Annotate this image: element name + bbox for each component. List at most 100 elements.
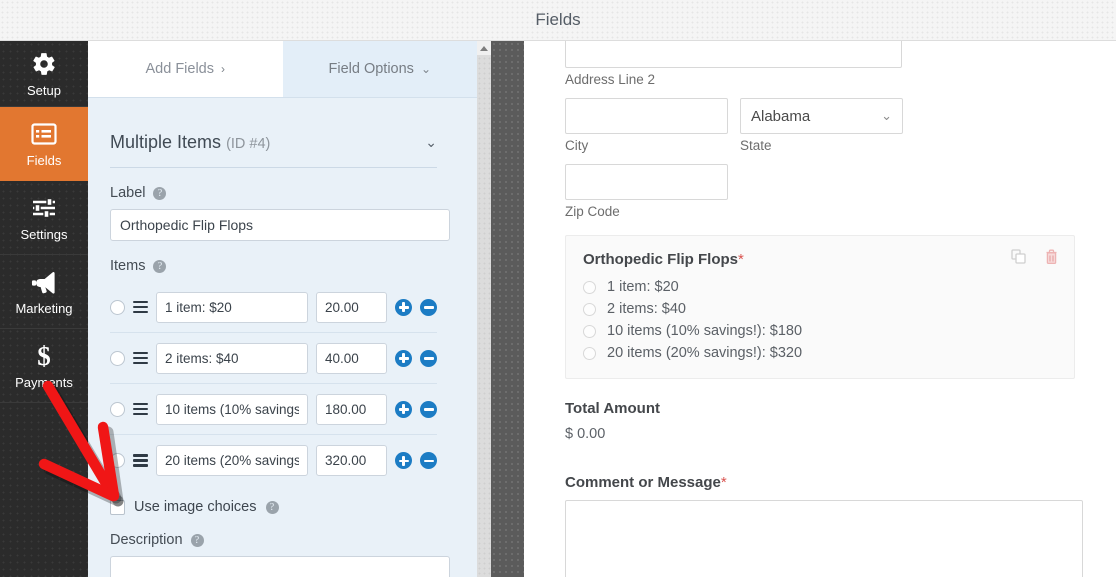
block-title-text: Orthopedic Flip Flops xyxy=(583,251,738,268)
scroll-up-button[interactable] xyxy=(477,41,491,55)
use-image-choices-checkbox[interactable] xyxy=(110,499,125,515)
megaphone-icon xyxy=(30,267,58,297)
sidebar-item-setup[interactable]: Setup xyxy=(0,41,88,107)
field-title-text: Multiple Items xyxy=(110,132,222,152)
state-select[interactable]: Alabama ⌄ xyxy=(740,98,903,134)
address-line2-input[interactable] xyxy=(565,41,902,68)
preview-choice[interactable]: 1 item: $20 xyxy=(583,279,1057,295)
comment-textarea[interactable] xyxy=(565,500,1083,577)
item-label-input[interactable] xyxy=(156,291,308,323)
chevron-right-icon: › xyxy=(221,62,225,76)
field-options-body: Multiple Items (ID #4) ⌄ Label ? Items ? xyxy=(88,98,459,577)
field-header[interactable]: Multiple Items (ID #4) ⌄ xyxy=(110,98,437,168)
state-group: Alabama ⌄ State xyxy=(740,98,903,153)
sidebar-item-settings[interactable]: Settings xyxy=(0,181,88,255)
sidebar-item-fields[interactable]: Fields xyxy=(0,107,88,181)
use-image-choices-row: Use image choices ? xyxy=(110,499,437,515)
preview-choice-radio[interactable] xyxy=(583,324,596,338)
item-label-input[interactable] xyxy=(156,445,308,476)
preview-choice-radio[interactable] xyxy=(583,346,596,360)
add-item-button[interactable] xyxy=(395,298,412,316)
preview-choice-label: 10 items (10% savings!): $180 xyxy=(607,323,803,339)
drag-handle-icon[interactable] xyxy=(133,402,148,416)
sidebar-label-settings: Settings xyxy=(20,227,68,242)
items-field-label: Items ? xyxy=(110,258,437,274)
item-price-input[interactable] xyxy=(316,342,387,374)
city-label: City xyxy=(565,138,589,153)
help-icon[interactable]: ? xyxy=(153,186,167,200)
item-label-input[interactable] xyxy=(156,342,308,374)
comment-label: Comment or Message* xyxy=(565,474,1075,491)
remove-item-button[interactable] xyxy=(420,400,437,418)
label-field-label-text: Label xyxy=(110,185,146,201)
panel-divider xyxy=(491,41,524,577)
preview-choice-label: 2 items: $40 xyxy=(607,301,686,317)
description-input[interactable] xyxy=(110,556,450,577)
drag-handle-icon[interactable] xyxy=(133,300,148,314)
city-input[interactable] xyxy=(565,98,728,134)
description-field-label: Description ? xyxy=(110,532,437,548)
item-price-input[interactable] xyxy=(316,393,387,425)
options-panel-scrollbar[interactable] xyxy=(477,41,491,577)
sidebar-label-setup: Setup xyxy=(27,83,61,98)
field-collapse-chevron-icon[interactable]: ⌄ xyxy=(425,134,437,151)
item-price-input[interactable] xyxy=(316,445,387,476)
item-label-input[interactable] xyxy=(156,393,308,425)
preview-choice-radio[interactable] xyxy=(583,280,596,294)
add-item-button[interactable] xyxy=(395,400,412,418)
help-icon[interactable]: ? xyxy=(153,259,167,273)
remove-item-button[interactable] xyxy=(420,298,437,316)
label-input[interactable] xyxy=(110,209,450,241)
item-row xyxy=(110,435,437,486)
required-mark: * xyxy=(738,251,744,268)
help-icon[interactable]: ? xyxy=(265,500,279,514)
address-line2-label: Address Line 2 xyxy=(565,72,656,87)
sidebar-item-marketing[interactable]: Marketing xyxy=(0,255,88,329)
sidebar-label-fields: Fields xyxy=(26,153,62,168)
remove-item-button[interactable] xyxy=(420,349,437,367)
drag-handle-icon[interactable] xyxy=(133,454,148,467)
zip-group: Zip Code xyxy=(565,164,1075,219)
drag-handle-icon[interactable] xyxy=(133,351,148,365)
item-price-input[interactable] xyxy=(316,291,387,323)
help-icon[interactable]: ? xyxy=(190,533,204,547)
state-label: State xyxy=(740,138,772,153)
chevron-down-icon: ⌄ xyxy=(420,62,431,76)
item-radio[interactable] xyxy=(110,453,125,468)
items-list xyxy=(110,282,437,486)
tab-add-fields[interactable]: Add Fields › xyxy=(88,41,283,97)
state-select-value: Alabama xyxy=(751,107,811,125)
preview-choice[interactable]: 10 items (10% savings!): $180 xyxy=(583,323,1057,339)
copy-icon[interactable] xyxy=(1008,246,1030,268)
remove-item-button[interactable] xyxy=(420,452,437,469)
comment-label-text: Comment or Message xyxy=(565,474,721,491)
description-field-label-text: Description xyxy=(110,532,183,548)
left-nav-sidebar: Setup Fields Settings Marketing $ Paymen… xyxy=(0,41,88,577)
multiple-items-preview-block[interactable]: Orthopedic Flip Flops* 1 item: $20 2 ite… xyxy=(565,235,1075,379)
sidebar-label-marketing: Marketing xyxy=(15,301,73,316)
trash-icon[interactable] xyxy=(1040,246,1062,268)
item-radio[interactable] xyxy=(110,299,125,315)
zip-input[interactable] xyxy=(565,164,728,200)
chevron-down-icon: ⌄ xyxy=(881,108,892,123)
sidebar-item-payments[interactable]: $ Payments xyxy=(0,329,88,403)
page-title: Fields xyxy=(535,10,581,29)
block-title: Orthopedic Flip Flops* xyxy=(583,251,1057,268)
preview-choice[interactable]: 2 items: $40 xyxy=(583,301,1057,317)
form-preview: Address Line 2 City Alabama ⌄ State Zip … xyxy=(524,41,1116,577)
city-group: City xyxy=(565,98,728,153)
sidebar-label-payments: Payments xyxy=(15,375,73,390)
total-amount-value: $ 0.00 xyxy=(565,426,606,442)
use-image-choices-label: Use image choices xyxy=(134,499,257,515)
item-radio[interactable] xyxy=(110,350,125,366)
preview-choice-radio[interactable] xyxy=(583,302,596,316)
add-item-button[interactable] xyxy=(395,349,412,367)
panel-tabs: Add Fields › Field Options ⌄ xyxy=(88,41,477,98)
tab-field-options[interactable]: Field Options ⌄ xyxy=(282,41,477,97)
top-header-bar: Fields xyxy=(0,0,1116,41)
gear-icon xyxy=(31,49,57,79)
tab-field-options-label: Field Options xyxy=(328,61,414,77)
item-radio[interactable] xyxy=(110,401,125,417)
preview-choice[interactable]: 20 items (20% savings!): $320 xyxy=(583,345,1057,361)
add-item-button[interactable] xyxy=(395,452,412,469)
